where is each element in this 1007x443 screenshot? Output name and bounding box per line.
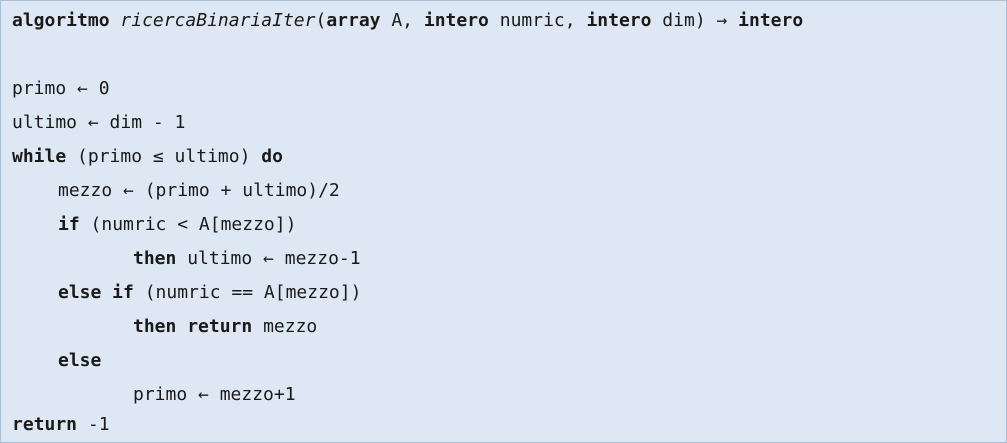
code-line-mezzo: mezzo ← (primo + ultimo)/2 bbox=[58, 180, 340, 201]
code-line-if: if (numric < A[mezzo]) bbox=[58, 210, 296, 240]
while-condition: (primo ≤ ultimo) bbox=[66, 146, 262, 167]
return-value: -1 bbox=[77, 414, 110, 435]
return-mezzo-value: mezzo bbox=[252, 316, 318, 337]
then-ultimo-statement: ultimo ← mezzo-1 bbox=[176, 248, 361, 269]
code-line-primo-increment: primo ← mezzo+1 bbox=[133, 384, 296, 405]
code-line-then-return: then return mezzo bbox=[133, 312, 317, 342]
keyword-intero-1: intero bbox=[423, 10, 489, 31]
param-dim-and-arrow: dim) → bbox=[651, 10, 739, 31]
keyword-while: while bbox=[12, 146, 67, 167]
else-if-condition: (numric == A[mezzo]) bbox=[133, 282, 362, 303]
keyword-then-2: then bbox=[133, 316, 177, 337]
keyword-else-if: else if bbox=[58, 282, 134, 303]
param-a: A, bbox=[380, 10, 424, 31]
code-line-primo-init: primo ← 0 bbox=[12, 78, 110, 99]
keyword-return: return bbox=[12, 414, 78, 435]
if-condition: (numric < A[mezzo]) bbox=[79, 214, 297, 235]
keyword-array: array bbox=[326, 10, 381, 31]
code-line-while: while (primo ≤ ultimo) do bbox=[12, 142, 283, 172]
code-line-else-if: else if (numric == A[mezzo]) bbox=[58, 278, 361, 308]
keyword-intero-2: intero bbox=[586, 10, 652, 31]
code-line-else: else bbox=[58, 346, 101, 376]
code-line-ultimo-init: ultimo ← dim - 1 bbox=[12, 112, 186, 133]
keyword-do: do bbox=[261, 146, 283, 167]
keyword-if: if bbox=[58, 214, 80, 235]
keyword-algoritmo: algoritmo bbox=[12, 10, 110, 31]
keyword-then-1: then bbox=[133, 248, 177, 269]
algorithm-signature-line: algoritmo ricercaBinariaIter(array A, in… bbox=[12, 6, 803, 36]
keyword-return-mezzo: return bbox=[187, 316, 253, 337]
pseudocode-block: algoritmo ricercaBinariaIter(array A, in… bbox=[0, 0, 1007, 443]
keyword-else: else bbox=[58, 350, 102, 371]
code-line-return: return -1 bbox=[12, 410, 110, 440]
function-name: ricercaBinariaIter bbox=[120, 10, 316, 31]
open-paren: ( bbox=[315, 10, 327, 31]
keyword-intero-return: intero bbox=[738, 10, 804, 31]
code-line-then-ultimo: then ultimo ← mezzo-1 bbox=[133, 244, 361, 274]
param-numric: numric, bbox=[488, 10, 587, 31]
